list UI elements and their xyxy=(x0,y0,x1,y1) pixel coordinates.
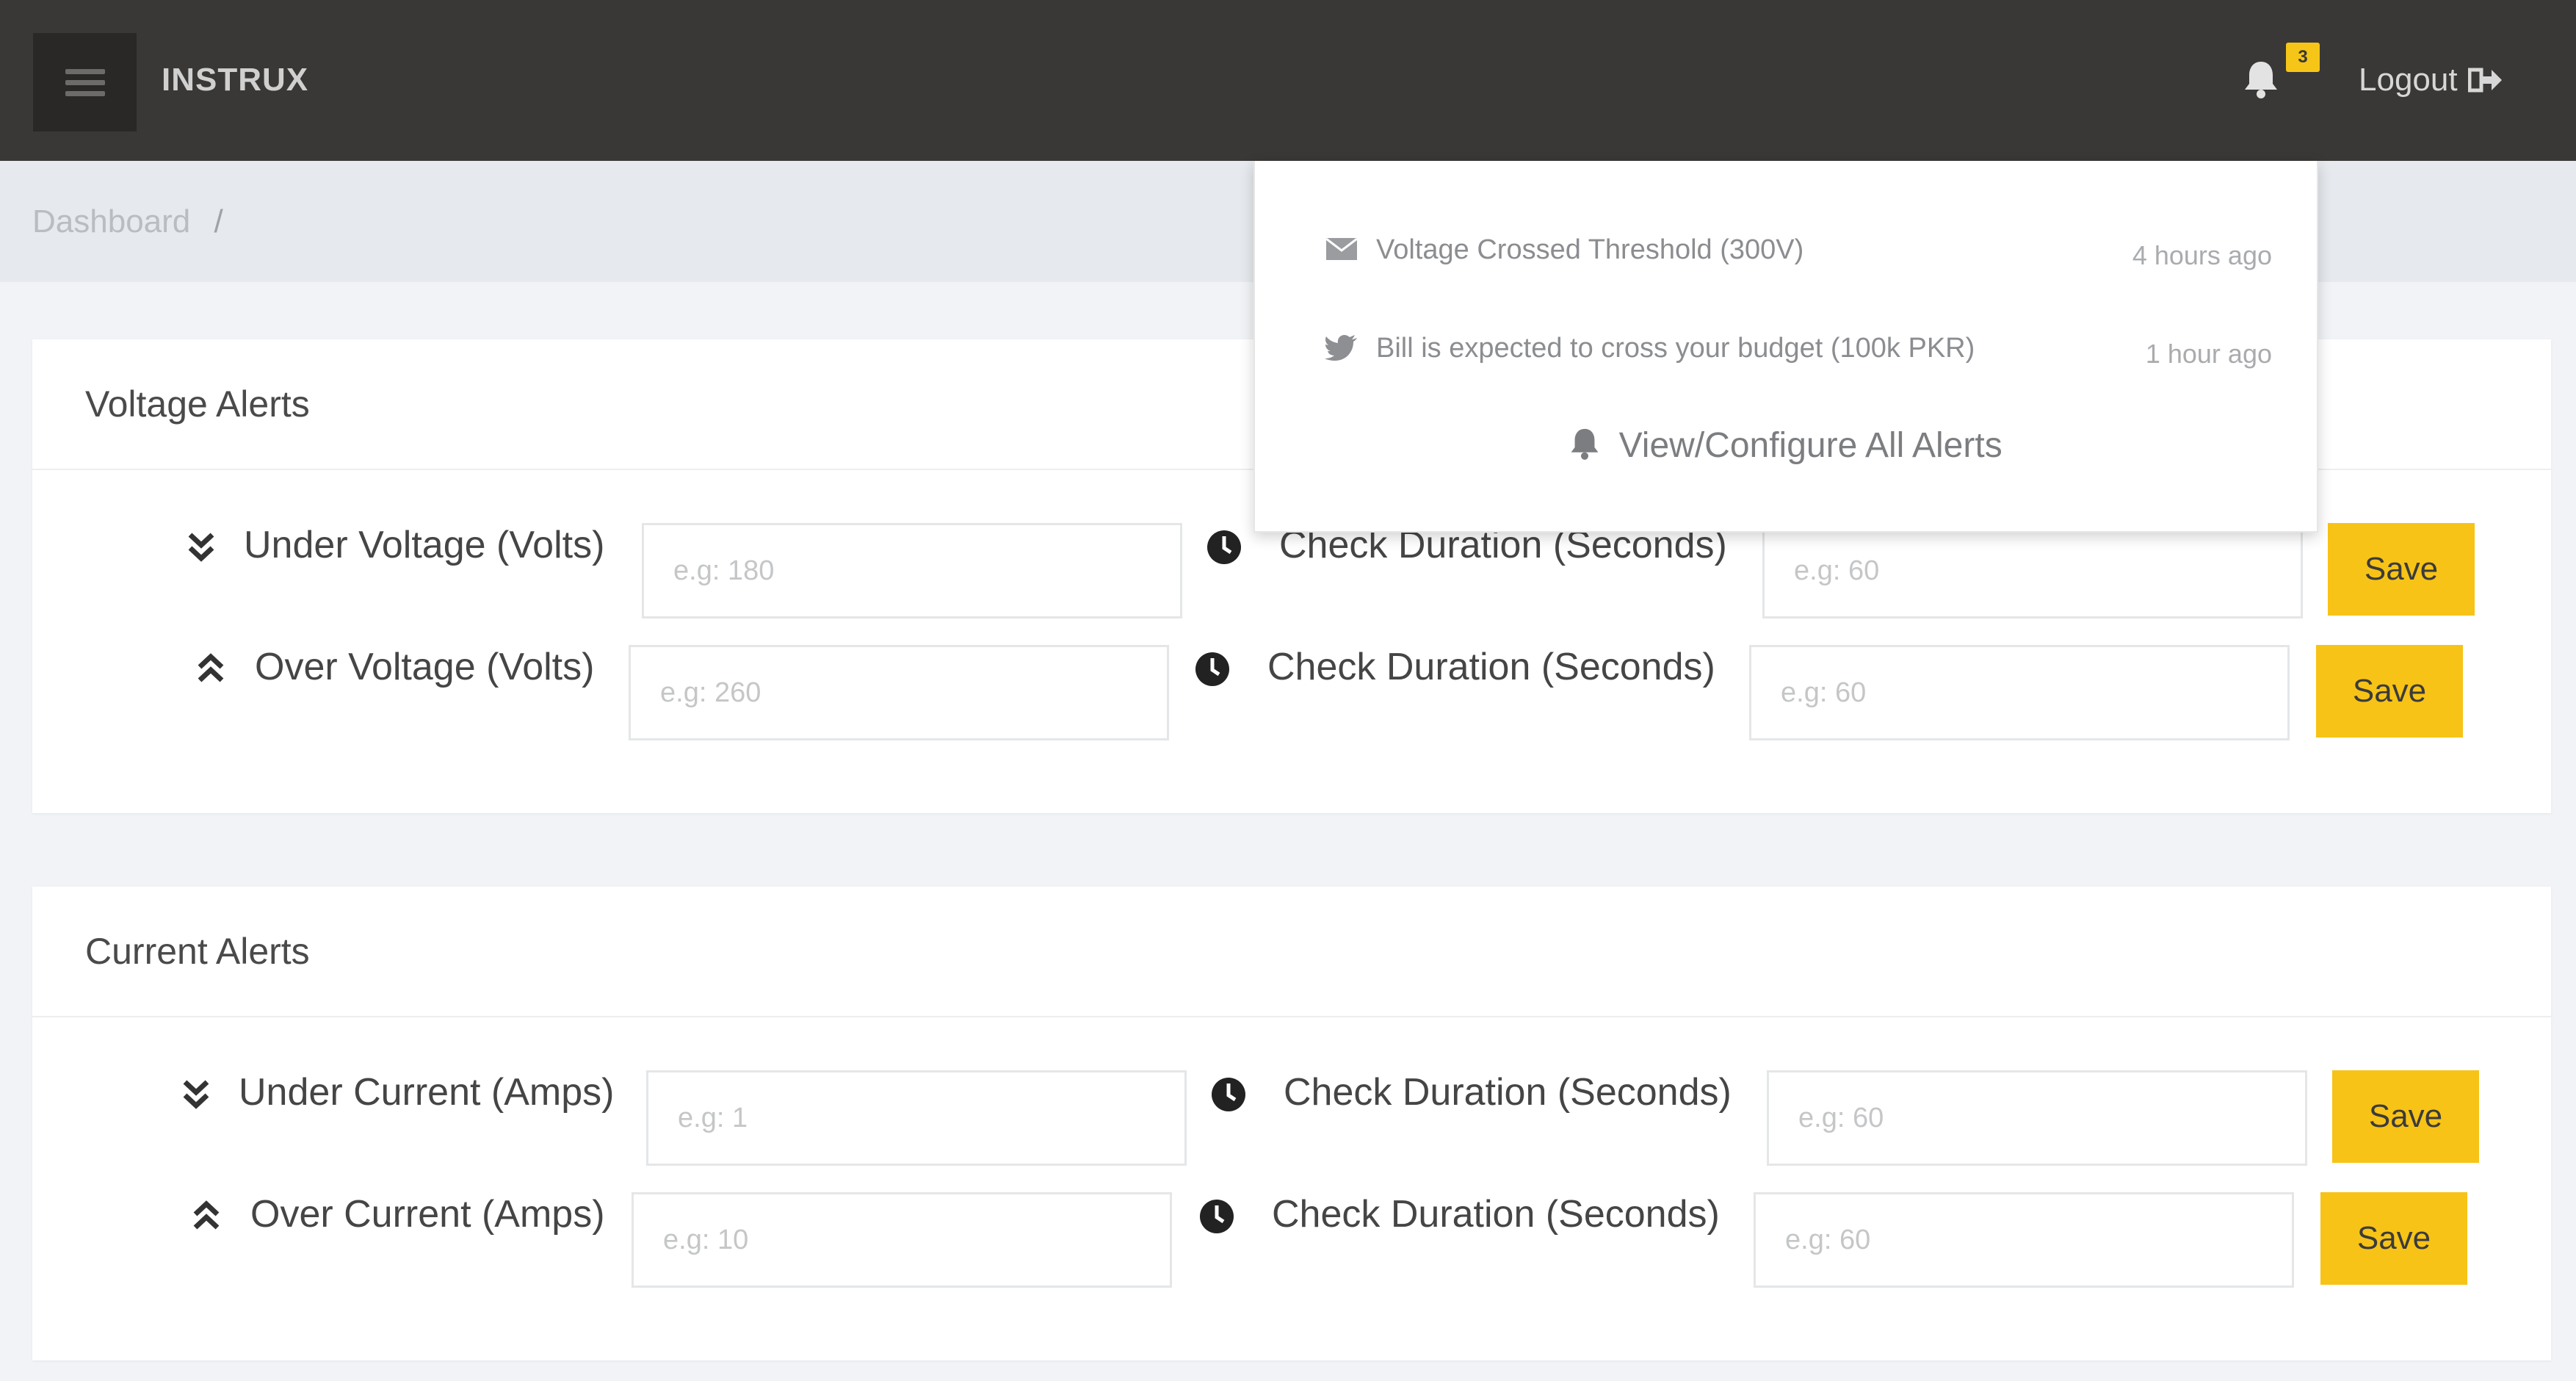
over-current-duration-input[interactable] xyxy=(1754,1192,2294,1288)
under-voltage-label: Under Voltage (Volts) xyxy=(244,524,605,566)
under-current-label: Under Current (Amps) xyxy=(239,1071,615,1114)
under-voltage-row: Under Voltage (Volts) Check Duration (Se… xyxy=(32,523,2551,626)
under-voltage-input[interactable] xyxy=(642,523,1182,619)
notifications-dropdown: Voltage Crossed Threshold (300V) 4 hours… xyxy=(1253,161,2318,533)
clock-icon xyxy=(1200,1200,1234,1233)
view-all-alerts-label: View/Configure All Alerts xyxy=(1618,426,2002,465)
over-current-label: Over Current (Amps) xyxy=(250,1193,605,1236)
over-voltage-duration-input[interactable] xyxy=(1749,645,2290,740)
notification-time: 4 hours ago xyxy=(2132,240,2272,270)
notification-text: Bill is expected to cross your budget (1… xyxy=(1376,333,1975,364)
hamburger-icon xyxy=(65,63,105,102)
breadcrumb-item-dashboard[interactable]: Dashboard xyxy=(32,203,190,239)
over-current-input[interactable] xyxy=(632,1192,1172,1288)
notification-count-badge: 3 xyxy=(2286,43,2320,72)
over-current-row: Over Current (Amps) Check Duration (Seco… xyxy=(32,1192,2551,1295)
under-current-row: Under Current (Amps) Check Duration (Sec… xyxy=(32,1070,2551,1173)
double-chevron-down-icon xyxy=(183,1080,209,1109)
over-current-duration-label: Check Duration (Seconds) xyxy=(1272,1193,1720,1236)
current-alerts-card: Current Alerts Under Current (Amps) Chec… xyxy=(32,887,2551,1360)
clock-icon xyxy=(1212,1078,1245,1111)
over-voltage-row: Over Voltage (Volts) Check Duration (Sec… xyxy=(32,645,2551,748)
under-voltage-duration-input[interactable] xyxy=(1762,523,2303,619)
notification-time: 1 hour ago xyxy=(2145,339,2272,369)
under-current-duration-label: Check Duration (Seconds) xyxy=(1284,1071,1732,1114)
bell-icon xyxy=(2245,62,2277,98)
twitter-icon xyxy=(1325,335,1357,361)
bell-icon xyxy=(1571,428,1599,460)
brand-logo[interactable]: INSTRUX xyxy=(162,62,308,98)
logout-label: Logout xyxy=(2359,62,2458,98)
top-navbar: INSTRUX 3 Logout xyxy=(0,0,2576,161)
under-current-duration-input[interactable] xyxy=(1767,1070,2307,1166)
sidebar-toggle-button[interactable] xyxy=(33,33,137,131)
over-voltage-duration-label: Check Duration (Seconds) xyxy=(1267,646,1715,688)
notification-item[interactable]: Voltage Crossed Threshold (300V) 4 hours… xyxy=(1325,230,2294,274)
clock-icon xyxy=(1195,652,1229,686)
over-current-save-button[interactable]: Save xyxy=(2320,1192,2467,1285)
notification-item[interactable]: Bill is expected to cross your budget (1… xyxy=(1325,328,2294,372)
notifications-bell-button[interactable] xyxy=(2243,59,2279,100)
logout-link[interactable]: Logout xyxy=(2359,62,2503,98)
clock-icon xyxy=(1207,530,1241,564)
under-current-save-button[interactable]: Save xyxy=(2332,1070,2479,1163)
double-chevron-down-icon xyxy=(188,533,214,562)
current-alerts-title: Current Alerts xyxy=(32,887,2551,1017)
notification-text: Voltage Crossed Threshold (300V) xyxy=(1376,234,1804,265)
under-current-input[interactable] xyxy=(646,1070,1187,1166)
double-chevron-up-icon xyxy=(198,653,224,682)
sign-out-icon xyxy=(2467,68,2502,93)
breadcrumb-separator: / xyxy=(214,203,223,239)
over-voltage-label: Over Voltage (Volts) xyxy=(255,646,595,688)
over-voltage-save-button[interactable]: Save xyxy=(2316,645,2463,738)
breadcrumb: Dashboard / xyxy=(32,203,223,240)
over-voltage-input[interactable] xyxy=(629,645,1169,740)
envelope-icon xyxy=(1325,237,1358,260)
double-chevron-up-icon xyxy=(193,1200,220,1230)
under-voltage-save-button[interactable]: Save xyxy=(2328,523,2475,616)
view-configure-all-alerts-link[interactable]: View/Configure All Alerts xyxy=(1255,425,2317,466)
